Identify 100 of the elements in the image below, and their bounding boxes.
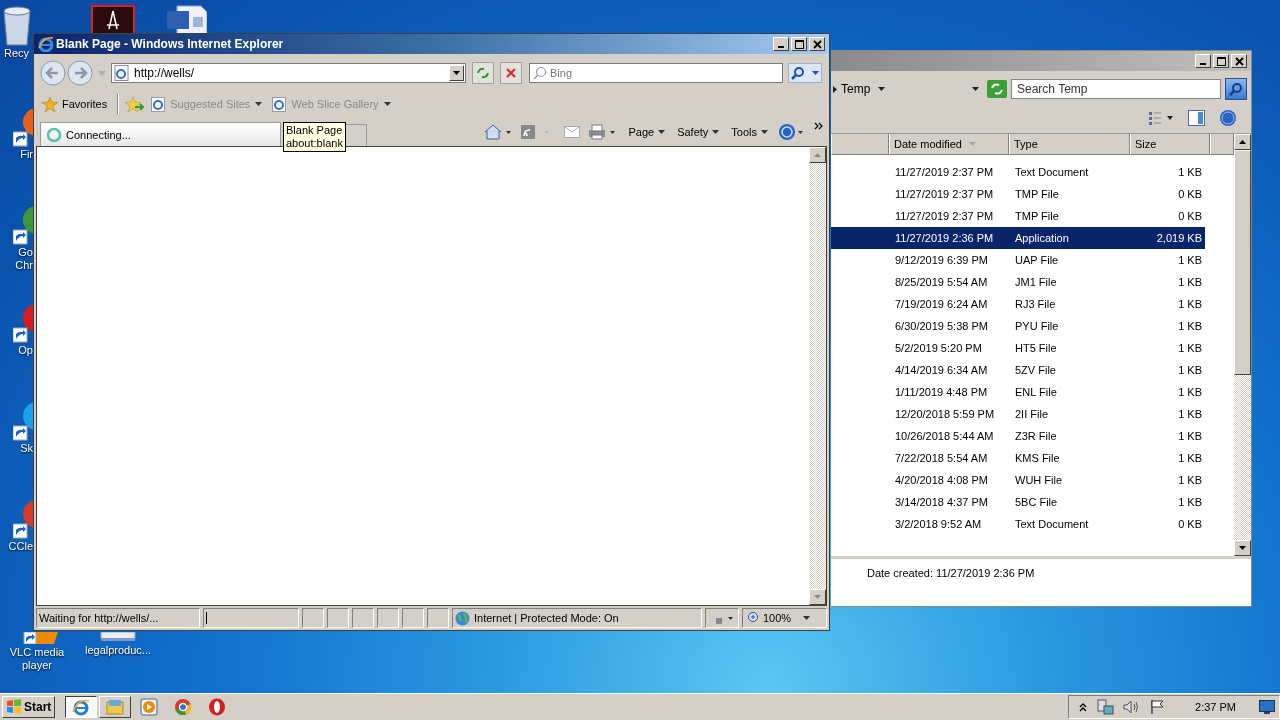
type-cell-text: Text Document [1014, 166, 1090, 178]
favorites-button[interactable]: Favorites [40, 96, 110, 112]
dropdown-arrow-icon [712, 130, 720, 134]
status-pane [377, 608, 399, 628]
date-cell-text: 3/14/2018 4:37 PM [894, 496, 989, 508]
file-row[interactable]: 7/22/2018 5:54 AM KMS File 1 KB [831, 447, 1205, 469]
dropdown-arrow-icon[interactable] [833, 85, 837, 93]
sort-arrow-icon [968, 142, 976, 146]
status-text: Waiting for http://wells/... [39, 612, 159, 624]
shortcut-icon[interactable] [13, 402, 33, 442]
type-cell-text: ENL File [1014, 386, 1058, 398]
icon-label: legalproduc... [84, 644, 151, 657]
minimize-button[interactable] [1195, 54, 1211, 68]
size-cell-text: 1 KB [1177, 408, 1203, 420]
taskbar-button[interactable] [65, 696, 98, 718]
command-menu[interactable]: Tools [729, 126, 770, 138]
file-row[interactable]: 8/25/2019 5:54 AM JM1 File 1 KB [831, 271, 1205, 293]
file-row[interactable]: 11/27/2019 2:37 PM TMP File 0 KB [831, 183, 1205, 205]
network-icon[interactable] [1096, 699, 1115, 715]
scrollbar[interactable] [1234, 134, 1251, 556]
column-header[interactable] [831, 134, 889, 155]
globe-icon [455, 610, 470, 626]
dropdown-arrow-icon[interactable] [972, 87, 979, 91]
search-button[interactable] [1225, 78, 1247, 100]
start-button[interactable]: Start [2, 696, 56, 718]
clock[interactable]: 2:37 PM [1195, 701, 1236, 713]
icon-label: CCle [8, 540, 33, 553]
page-icon [272, 96, 287, 112]
breadcrumb-item[interactable]: Temp [841, 82, 871, 96]
dropdown-arrow-icon[interactable] [878, 87, 886, 91]
address-bar[interactable]: http://wells/ [111, 63, 466, 83]
shortcut-icon[interactable] [13, 108, 33, 148]
show-desktop-icon[interactable] [1259, 700, 1275, 714]
date-cell-text: 9/12/2019 6:39 PM [894, 254, 989, 266]
file-row[interactable]: 3/14/2018 4:37 PM 5BC File 1 KB [831, 491, 1205, 513]
file-row[interactable]: 11/27/2019 2:37 PM Text Document 1 KB [831, 161, 1205, 183]
maximize-icon [1216, 56, 1226, 66]
scroll-down-icon[interactable] [1239, 546, 1246, 550]
type-cell-text: TMP File [1014, 210, 1060, 222]
file-row[interactable]: 5/2/2019 5:20 PM HT5 File 1 KB [831, 337, 1205, 359]
icon-label: Recy [3, 47, 30, 60]
close-button[interactable] [809, 37, 825, 51]
date-cell-text: 11/27/2019 2:37 PM [894, 166, 995, 178]
maximize-button[interactable] [1213, 54, 1229, 68]
type-cell-text: 5BC File [1014, 496, 1059, 508]
size-cell-text: 1 KB [1177, 474, 1203, 486]
type-cell-text: Text Document [1014, 518, 1090, 530]
size-cell-text: 0 KB [1177, 518, 1203, 530]
minimize-button[interactable] [773, 37, 789, 51]
view-options-icon[interactable] [1148, 111, 1174, 125]
close-icon [812, 39, 822, 49]
shortcut-icon[interactable] [13, 304, 33, 344]
dropdown-button[interactable] [449, 65, 464, 81]
column-header[interactable]: Date modified [889, 134, 1009, 155]
column-header[interactable]: Size [1130, 134, 1210, 155]
search-field[interactable]: Search Temp [1011, 79, 1221, 99]
file-row[interactable]: 1/11/2019 4:48 PM ENL File 1 KB [831, 381, 1205, 403]
chevron-icon[interactable] [814, 122, 823, 130]
file-row[interactable]: 9/12/2019 6:39 PM UAP File 1 KB [831, 249, 1205, 271]
shortcut-icon[interactable] [13, 206, 33, 246]
file-row[interactable]: 11/27/2019 2:36 PM Application 2,019 KB [831, 227, 1205, 249]
file-row[interactable]: 11/27/2019 2:37 PM TMP File 0 KB [831, 205, 1205, 227]
command-menu[interactable]: Safety [675, 126, 722, 138]
protected-mode-icon[interactable] [708, 611, 736, 625]
file-row[interactable]: 3/2/2018 9:52 AM Text Document 0 KB [831, 513, 1205, 535]
recycle-bin-icon[interactable] [0, 5, 34, 47]
file-row[interactable]: 6/30/2019 5:38 PM PYU File 1 KB [831, 315, 1205, 337]
maximize-icon [794, 39, 804, 49]
search-button[interactable] [788, 63, 822, 83]
browser-tab[interactable]: Connecting... [40, 122, 281, 146]
stop-button[interactable] [500, 62, 522, 84]
shortcut-icon[interactable] [13, 500, 33, 540]
file-row[interactable]: 12/20/2018 5:59 PM 2II File 1 KB [831, 403, 1205, 425]
maximize-button[interactable] [791, 37, 807, 51]
document-icon[interactable] [91, 5, 135, 35]
column-header[interactable]: Type [1009, 134, 1130, 155]
close-button[interactable] [1231, 54, 1247, 68]
tooltip: Blank Page about:blank [283, 122, 346, 152]
page-icon [151, 96, 166, 112]
refresh-icon[interactable] [987, 80, 1007, 98]
refresh-button[interactable] [472, 62, 494, 84]
file-row[interactable]: 4/14/2019 6:34 AM 5ZV File 1 KB [831, 359, 1205, 381]
date-cell-text: 3/2/2018 9:52 AM [894, 518, 983, 530]
scroll-up-icon[interactable] [1239, 140, 1246, 144]
command-menu[interactable]: Page [626, 126, 668, 138]
status-pane [402, 608, 424, 628]
file-row[interactable]: 7/19/2019 6:24 AM RJ3 File 1 KB [831, 293, 1205, 315]
file-row[interactable]: 10/26/2018 5:44 AM Z3R File 1 KB [831, 425, 1205, 447]
home-icon[interactable] [484, 124, 513, 140]
show-hidden-icons-icon[interactable] [1079, 702, 1088, 712]
opera-icon [208, 698, 227, 716]
file-row[interactable]: 4/20/2018 4:08 PM WUH File 1 KB [831, 469, 1205, 491]
help-icon[interactable] [778, 123, 806, 141]
preview-pane-icon[interactable] [1188, 110, 1205, 126]
zoom-button[interactable]: 100% [742, 608, 827, 628]
icon-label: Fir [20, 148, 33, 161]
search-field[interactable]: Bing [529, 63, 783, 83]
help-icon[interactable] [1219, 109, 1237, 127]
date-cell-text: 11/27/2019 2:37 PM [894, 188, 995, 200]
size-cell-text: 1 KB [1177, 254, 1203, 266]
